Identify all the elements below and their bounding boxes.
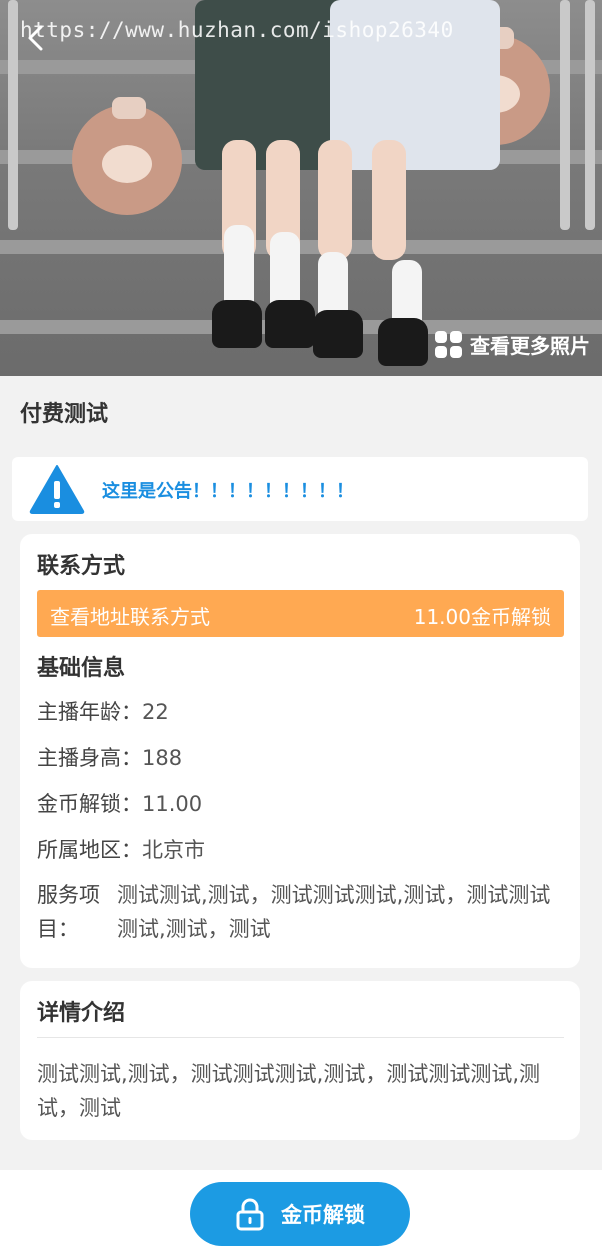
detail-section-title: 详情介绍: [37, 1001, 126, 1026]
photo-shoe: [212, 300, 262, 348]
photo-rail: [560, 0, 570, 230]
photo-shoe: [378, 318, 428, 366]
detail-text: 测试测试,测试，测试测试测试,测试，测试测试测试,测试，测试: [37, 1062, 541, 1120]
unlock-contact-label: 查看地址联系方式: [50, 605, 210, 629]
detail-card: 详情介绍 测试测试,测试，测试测试测试,测试，测试测试测试,测试，测试: [20, 981, 580, 1140]
hero-photo[interactable]: https://www.huzhan.com/ishop26340 查看更多照片: [0, 0, 602, 376]
coin-unlock-button[interactable]: 金币解锁: [190, 1182, 410, 1246]
more-photos-button[interactable]: 查看更多照片: [435, 330, 590, 359]
info-value: 188: [142, 746, 183, 770]
service-label: 服务项目：: [37, 883, 100, 941]
photo-leg: [318, 140, 352, 260]
photo-shoe: [265, 300, 315, 348]
page-title: 付费测试: [20, 402, 109, 427]
more-photos-label: 查看更多照片: [470, 334, 590, 358]
photo-leg: [372, 140, 406, 260]
info-label: 主播身高：: [37, 746, 142, 770]
contact-section-title: 联系方式: [37, 554, 126, 579]
unlock-contact-button[interactable]: 查看地址联系方式 11.00金币解锁: [37, 590, 564, 637]
warning-icon: [29, 465, 85, 514]
notice-text: 这里是公告！！！！！！！！！: [102, 481, 354, 502]
info-value: 北京市: [142, 838, 205, 862]
back-button[interactable]: [20, 22, 52, 54]
plush-bear-left: [72, 97, 182, 215]
info-card: 联系方式 查看地址联系方式 11.00金币解锁 基础信息 主播年龄：22 主播身…: [20, 534, 580, 968]
info-value: 11.00: [142, 792, 203, 816]
lock-icon: [236, 1198, 264, 1231]
info-label: 所属地区：: [37, 838, 142, 862]
basic-info-title: 基础信息: [37, 656, 126, 681]
info-label: 金币解锁：: [37, 792, 142, 816]
grid-icon: [435, 331, 462, 358]
unlock-contact-price: 11.00金币解锁: [413, 605, 551, 629]
photo-rail: [8, 0, 18, 230]
watermark-text: https://www.huzhan.com/ishop26340: [20, 18, 454, 42]
photo-shoe: [313, 310, 363, 358]
service-value: 测试测试,测试，测试测试测试,测试，测试测试测试,测试，测试: [117, 883, 551, 941]
photo-rail: [585, 0, 595, 230]
info-label: 主播年龄：: [37, 700, 142, 724]
chevron-left-icon: [28, 25, 43, 51]
footer-bar: 金币解锁: [0, 1170, 602, 1250]
info-row-coins: 金币解锁：11.00: [37, 788, 202, 818]
info-row-height: 主播身高：188: [37, 742, 182, 772]
divider: [37, 1037, 564, 1038]
info-row-region: 所属地区：北京市: [37, 834, 205, 864]
notice-bar: 这里是公告！！！！！！！！！: [12, 457, 588, 521]
info-row-age: 主播年龄：22: [37, 696, 169, 726]
photo-stair: [0, 240, 602, 254]
coin-unlock-label: 金币解锁: [281, 1203, 365, 1227]
info-value: 22: [142, 700, 169, 724]
